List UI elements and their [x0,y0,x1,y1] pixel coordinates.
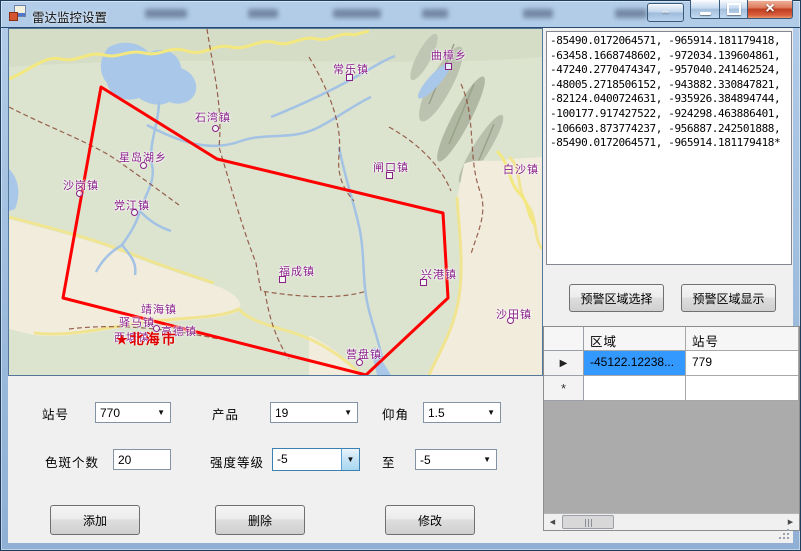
town-label: 沙田镇 [496,306,532,322]
city-label-beihai: ★北海市 [116,329,178,349]
warning-area-select-button[interactable]: 预警区域选择 [569,284,664,312]
town-marker-icon [386,172,393,179]
data-grid[interactable]: 区域 站号 ▶ -45122.12238... 779 * ◀ ▶ [543,326,800,531]
grid-header-area[interactable]: 区域 [584,327,686,351]
maximize-icon [727,3,741,15]
scroll-left-icon[interactable]: ◀ [544,514,561,530]
elevation-combo[interactable]: 1.5 ▼ [423,402,501,423]
glass-blur-artifact [248,9,278,18]
glass-blur-artifact [422,9,448,18]
scrollbar-grip-icon [588,519,589,527]
chevron-down-icon: ▼ [157,408,165,417]
swap-arrow-button[interactable]: ⇔ [647,3,684,22]
chevron-down-icon: ▼ [344,408,352,417]
grid-corner-cell [544,327,584,351]
minimize-button[interactable] [690,0,719,19]
city-star-icon: ★ [116,332,128,347]
glass-blur-artifact [333,9,381,18]
town-marker-icon [279,276,286,283]
close-button[interactable]: × [747,0,793,19]
new-row[interactable]: * [544,376,799,401]
glass-blur-artifact [615,9,647,18]
modify-button[interactable]: 修改 [385,505,475,535]
town-label: 营盘镇 [346,346,382,362]
town-label: 驿马镇 [119,314,155,330]
grid-header-row: 区域 站号 [544,327,799,351]
intensity-label: 强度等级 [210,452,264,471]
cell-station-empty[interactable] [686,376,799,401]
intensity-value: -5 [277,452,288,466]
double-arrow-icon: ⇔ [660,6,671,18]
town-marker-icon [140,162,147,169]
product-value: 19 [275,406,288,420]
town-marker-icon [76,190,83,197]
spots-label: 色斑个数 [45,452,99,471]
caption-buttons: × [690,0,793,19]
coordinates-textarea[interactable]: -85490.0172064571, -965914.181179418, -6… [546,31,792,265]
product-combo[interactable]: 19 ▼ [270,402,358,423]
town-marker-icon [212,125,219,132]
title-bar[interactable]: 雷达监控设置 ⇔ × [0,0,801,28]
cell-area-empty[interactable] [584,376,686,401]
city-name: 北海市 [130,331,178,347]
map-panel[interactable]: 石湾镇星岛湖乡沙岗镇党江镇常乐镇曲樟乡闸口镇白沙镇靖海镇驿马镇高德镇西塘镇福成镇… [8,28,543,376]
to-value: -5 [420,453,431,467]
town-marker-icon [346,74,353,81]
elevation-label: 仰角 [382,404,409,423]
maximize-button[interactable] [719,0,747,19]
window-title: 雷达监控设置 [32,7,107,26]
scrollbar-thumb[interactable] [562,515,614,529]
town-label: 石湾镇 [195,109,231,125]
grid-horizontal-scrollbar[interactable]: ◀ ▶ [544,513,799,530]
station-value: 770 [100,406,120,420]
delete-button[interactable]: 删除 [215,505,305,535]
add-button[interactable]: 添加 [50,505,140,535]
chevron-down-icon: ▼ [487,408,495,417]
cell-area[interactable]: -45122.12238... [584,351,686,376]
town-marker-icon [420,279,427,286]
chevron-down-icon: ▼ [483,455,491,464]
table-row[interactable]: ▶ -45122.12238... 779 [544,351,799,376]
warning-area-display-button[interactable]: 预警区域显示 [681,284,776,312]
chevron-down-icon: ▼ [347,455,355,464]
form-icon [9,5,26,22]
current-row-indicator-icon: ▶ [544,351,584,376]
grid-header-station[interactable]: 站号 [686,327,799,351]
client-area: 石湾镇星岛湖乡沙岗镇党江镇常乐镇曲樟乡闸口镇白沙镇靖海镇驿马镇高德镇西塘镇福成镇… [8,28,793,543]
glass-blur-artifact [523,9,553,18]
town-marker-icon [131,209,138,216]
minimize-icon [700,12,711,15]
close-icon: × [765,2,774,16]
station-combo[interactable]: 770 ▼ [95,402,171,423]
to-label: 至 [382,452,396,471]
product-label: 产品 [212,404,239,423]
glass-blur-artifact [145,9,187,18]
town-marker-icon [507,317,514,324]
station-label: 站号 [42,404,69,423]
cell-station[interactable]: 779 [686,351,799,376]
spots-count-input[interactable] [113,449,171,470]
town-marker-icon [356,359,363,366]
app-window: 雷达监控设置 ⇔ × [0,0,801,551]
new-row-indicator-icon: * [544,376,584,401]
town-marker-icon [445,63,452,70]
intensity-combo[interactable]: -5 ▼ [272,448,360,471]
resize-grip[interactable] [778,528,790,540]
elevation-value: 1.5 [428,406,445,420]
town-label-layer: 石湾镇星岛湖乡沙岗镇党江镇常乐镇曲樟乡闸口镇白沙镇靖海镇驿马镇高德镇西塘镇福成镇… [9,29,542,375]
combo-dropdown-button[interactable]: ▼ [341,449,359,470]
town-label: 白沙镇 [503,161,539,177]
to-combo[interactable]: -5 ▼ [415,449,497,470]
town-label: 曲樟乡 [431,47,467,63]
